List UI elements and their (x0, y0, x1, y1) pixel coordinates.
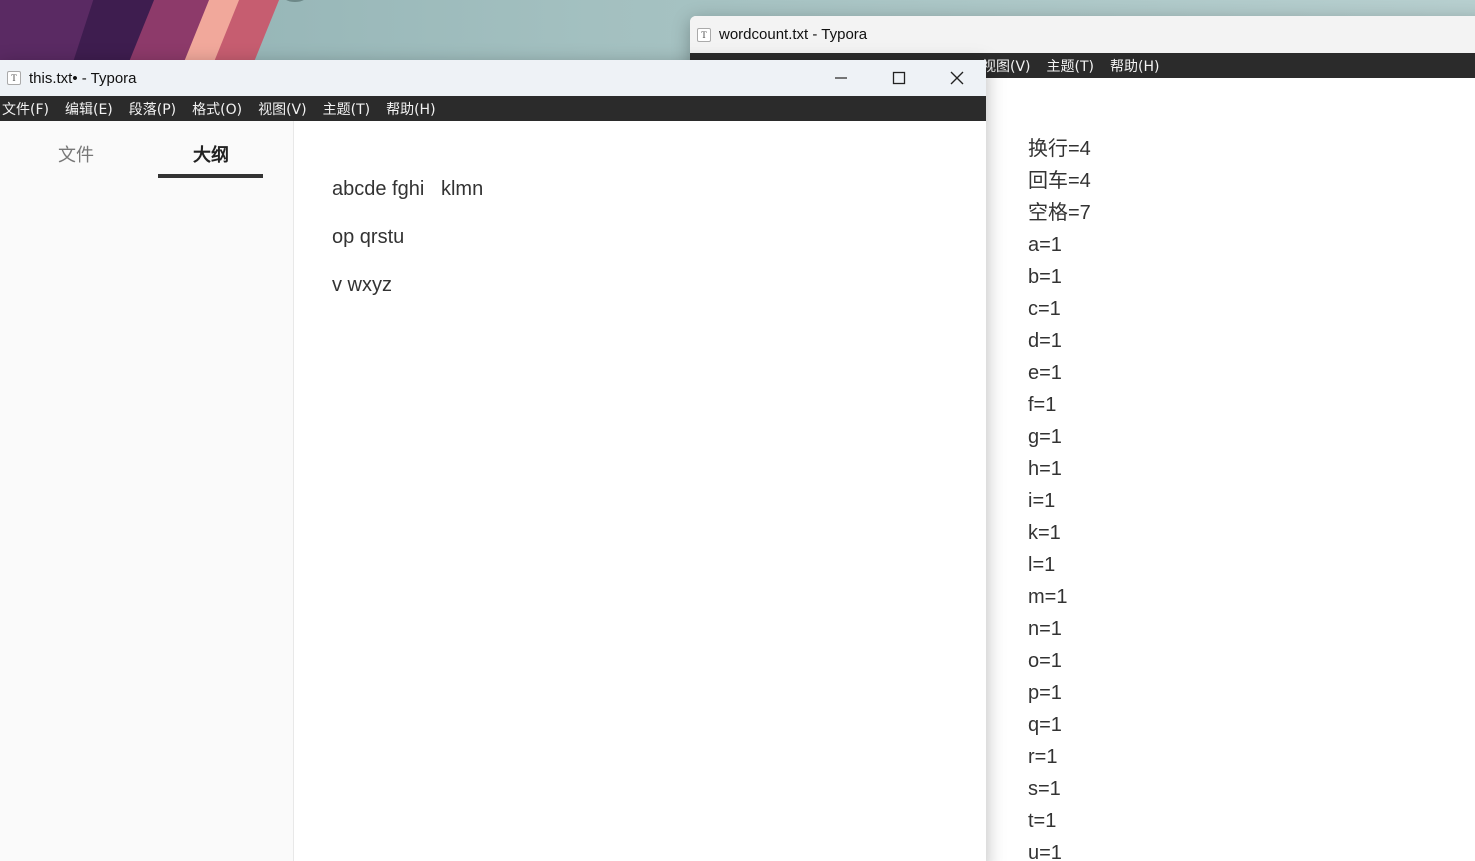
count-line: k=1 (1028, 522, 1061, 544)
count-line: m=1 (1028, 586, 1068, 608)
editor-paragraph[interactable]: v wxyz (332, 274, 392, 297)
count-line: b=1 (1028, 266, 1062, 288)
menu-help[interactable]: 帮助(H) (384, 99, 443, 119)
editor-paragraph[interactable]: op qrstu (332, 226, 404, 249)
count-line: c=1 (1028, 298, 1061, 320)
count-line: a=1 (1028, 234, 1062, 256)
this-txt-menubar: 文件(F) 编辑(E) 段落(P) 格式(O) 视图(V) 主题(T) 帮助(H… (0, 96, 986, 121)
count-line: q=1 (1028, 714, 1062, 736)
count-line: o=1 (1028, 650, 1062, 672)
close-icon (950, 71, 964, 85)
count-line: 回车=4 (1028, 170, 1091, 192)
count-line: h=1 (1028, 458, 1062, 480)
close-button[interactable] (928, 60, 986, 96)
editor-area[interactable]: abcde fghi klmn op qrstu v wxyz (294, 121, 986, 861)
active-tab-indicator (158, 174, 263, 178)
count-line: d=1 (1028, 330, 1062, 352)
menu-theme[interactable]: 主题(T) (1045, 56, 1102, 76)
count-line: s=1 (1028, 778, 1061, 800)
minimize-button[interactable] (812, 60, 870, 96)
count-line: f=1 (1028, 394, 1057, 416)
editor-paragraph[interactable]: abcde fghi klmn (332, 178, 483, 201)
count-line: n=1 (1028, 618, 1062, 640)
menu-format[interactable]: 格式(O) (190, 99, 250, 119)
wordcount-content[interactable]: 换行=4 回车=4 空格=7 a=1 b=1 c=1 d=1 e=1 f=1 g=1 h=1 i=1 k… (1028, 133, 1091, 861)
tab-outline[interactable]: 大纲 (193, 141, 229, 167)
this-txt-window[interactable]: T this.txt• - Typora 文件(F) 编辑(E) 段落(P) 格… (0, 60, 986, 861)
menu-view[interactable]: 视图(V) (256, 99, 315, 119)
menu-file[interactable]: 文件(F) (0, 99, 57, 119)
menu-edit[interactable]: 编辑(E) (63, 99, 121, 119)
count-line: 换行=4 (1028, 138, 1091, 160)
count-line: 空格=7 (1028, 202, 1091, 224)
count-line: l=1 (1028, 554, 1056, 576)
typora-icon: T (7, 71, 21, 85)
count-line: p=1 (1028, 682, 1062, 704)
wordcount-titlebar[interactable]: T wordcount.txt - Typora (690, 16, 1475, 53)
wallpaper-shape (284, 0, 306, 2)
sidebar: 文件 大纲 (0, 121, 294, 861)
this-txt-window-title: this.txt• - Typora (29, 69, 137, 87)
menu-theme[interactable]: 主题(T) (321, 99, 378, 119)
menu-paragraph[interactable]: 段落(P) (127, 99, 184, 119)
count-line: i=1 (1028, 490, 1056, 512)
tab-files[interactable]: 文件 (58, 141, 94, 167)
maximize-icon (892, 71, 906, 85)
wordcount-window-title: wordcount.txt - Typora (719, 26, 868, 43)
count-line: g=1 (1028, 426, 1062, 448)
count-line: u=1 (1028, 842, 1062, 861)
maximize-button[interactable] (870, 60, 928, 96)
count-line: t=1 (1028, 810, 1057, 832)
typora-icon: T (697, 27, 711, 42)
menu-view[interactable]: 视图(V) (980, 56, 1039, 76)
count-line: r=1 (1028, 746, 1058, 768)
this-txt-titlebar[interactable]: T this.txt• - Typora (0, 60, 986, 96)
menu-help[interactable]: 帮助(H) (1108, 56, 1167, 76)
sidebar-tabs: 文件 大纲 (0, 121, 293, 179)
count-line: e=1 (1028, 362, 1062, 384)
minimize-icon (835, 77, 847, 79)
